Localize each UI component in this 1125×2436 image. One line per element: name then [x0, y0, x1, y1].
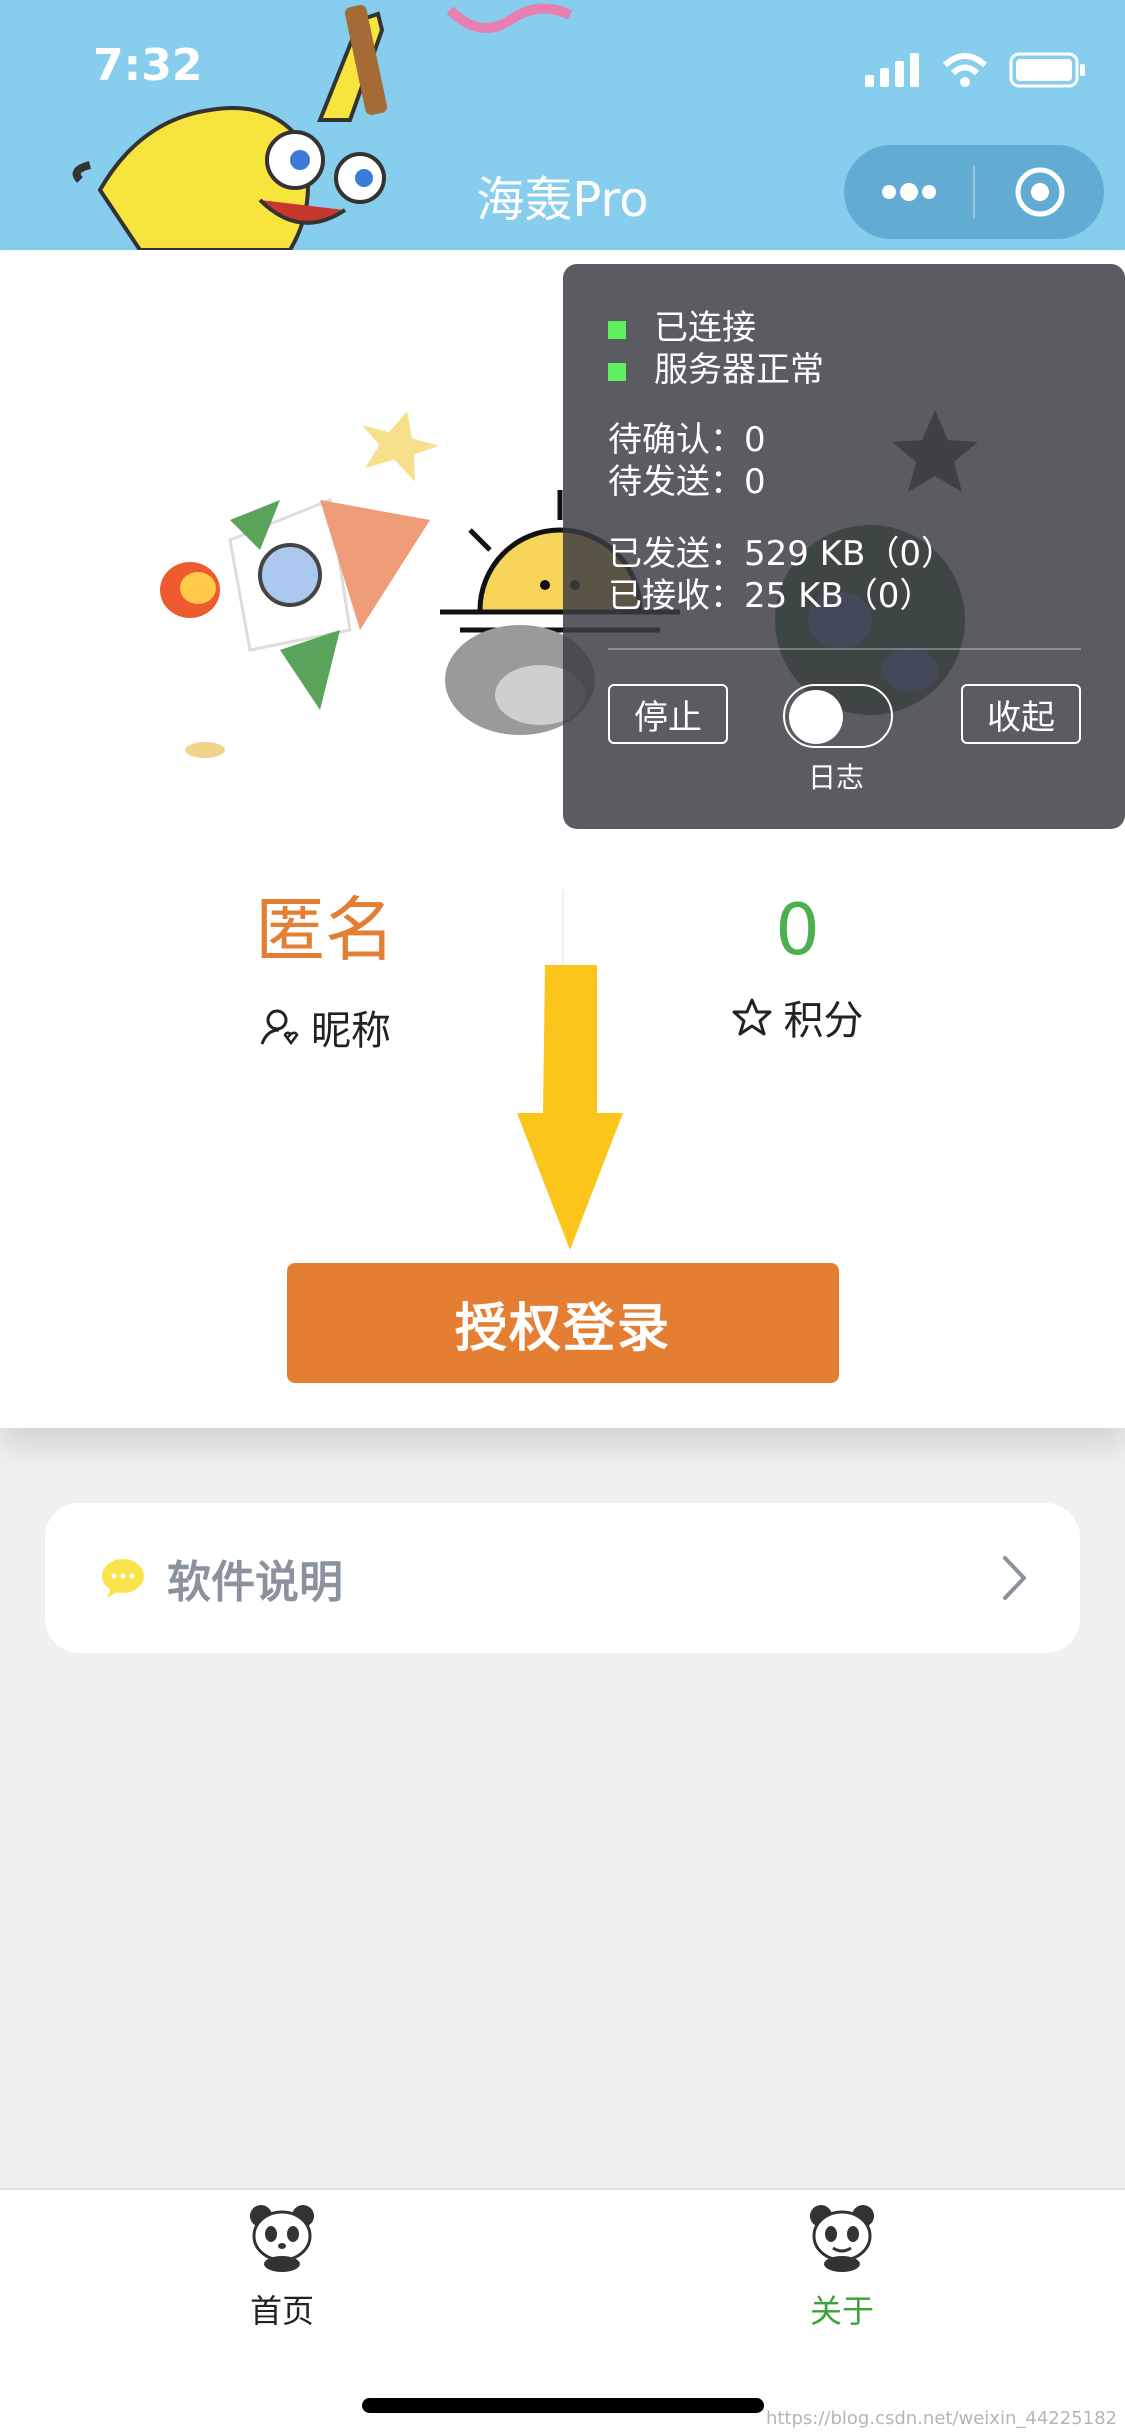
tab-home-label: 首页	[249, 2292, 314, 2330]
close-miniapp-button[interactable]	[975, 145, 1104, 239]
header: 7:32 海轰Pro	[0, 0, 1125, 250]
stop-button[interactable]: 停止	[608, 684, 728, 744]
server-status-text: 服务器正常	[654, 350, 824, 390]
collapse-button[interactable]: 收起	[961, 684, 1081, 744]
star-icon	[732, 998, 771, 1036]
screen: 7:32 海轰Pro 匿名 昵称 0 积分 授权登录 软件说明 已连接 服务器正…	[0, 0, 1125, 2436]
miniapp-capsule	[844, 145, 1104, 239]
tab-home[interactable]: 首页	[182, 2202, 382, 2332]
status-icons	[865, 52, 1087, 88]
software-info-item[interactable]: 软件说明	[45, 1503, 1080, 1653]
signal-icon	[865, 53, 919, 87]
jellyfish-decoration	[446, 3, 573, 33]
home-indicator	[362, 2398, 764, 2413]
arrow-annotation	[517, 965, 623, 1250]
battery-icon	[1009, 52, 1085, 88]
status-dot	[608, 362, 626, 381]
tab-about[interactable]: 关于	[742, 2202, 942, 2332]
chevron-right-icon	[1003, 1556, 1026, 1600]
status-dot	[608, 320, 626, 339]
user-icon	[260, 1009, 299, 1046]
points-label: 积分	[783, 998, 864, 1044]
status-time: 7:32	[93, 40, 203, 91]
wifi-icon	[943, 53, 987, 87]
authorize-login-button[interactable]: 授权登录	[287, 1263, 839, 1383]
target-icon	[1015, 167, 1064, 217]
log-toggle[interactable]	[783, 684, 893, 748]
chat-bubble-icon	[102, 1559, 144, 1598]
nickname-label: 昵称	[311, 1008, 391, 1054]
debug-panel: 已连接 服务器正常 待确认：0 待发送：0 已发送：529 KB（0） 已接收：…	[563, 264, 1125, 829]
toggle-knob	[789, 690, 843, 744]
more-button[interactable]	[844, 145, 973, 239]
server-status: 服务器正常	[608, 342, 824, 391]
points-value: 0	[775, 889, 820, 971]
more-dots-icon	[881, 183, 936, 201]
log-toggle-label: 日志	[808, 761, 865, 794]
panda-icon	[250, 2205, 314, 2272]
software-info-label: 软件说明	[167, 1557, 343, 1608]
panda-icon	[810, 2205, 874, 2272]
tab-about-label: 关于	[809, 2292, 874, 2330]
pending-send: 待发送：0	[608, 462, 766, 502]
rocket-icon	[160, 497, 430, 710]
debug-divider	[608, 648, 1081, 650]
watermark: https://blog.csdn.net/weixin_44225182	[765, 2408, 1117, 2429]
received-bytes: 已接收：25 KB（0）	[608, 576, 934, 616]
